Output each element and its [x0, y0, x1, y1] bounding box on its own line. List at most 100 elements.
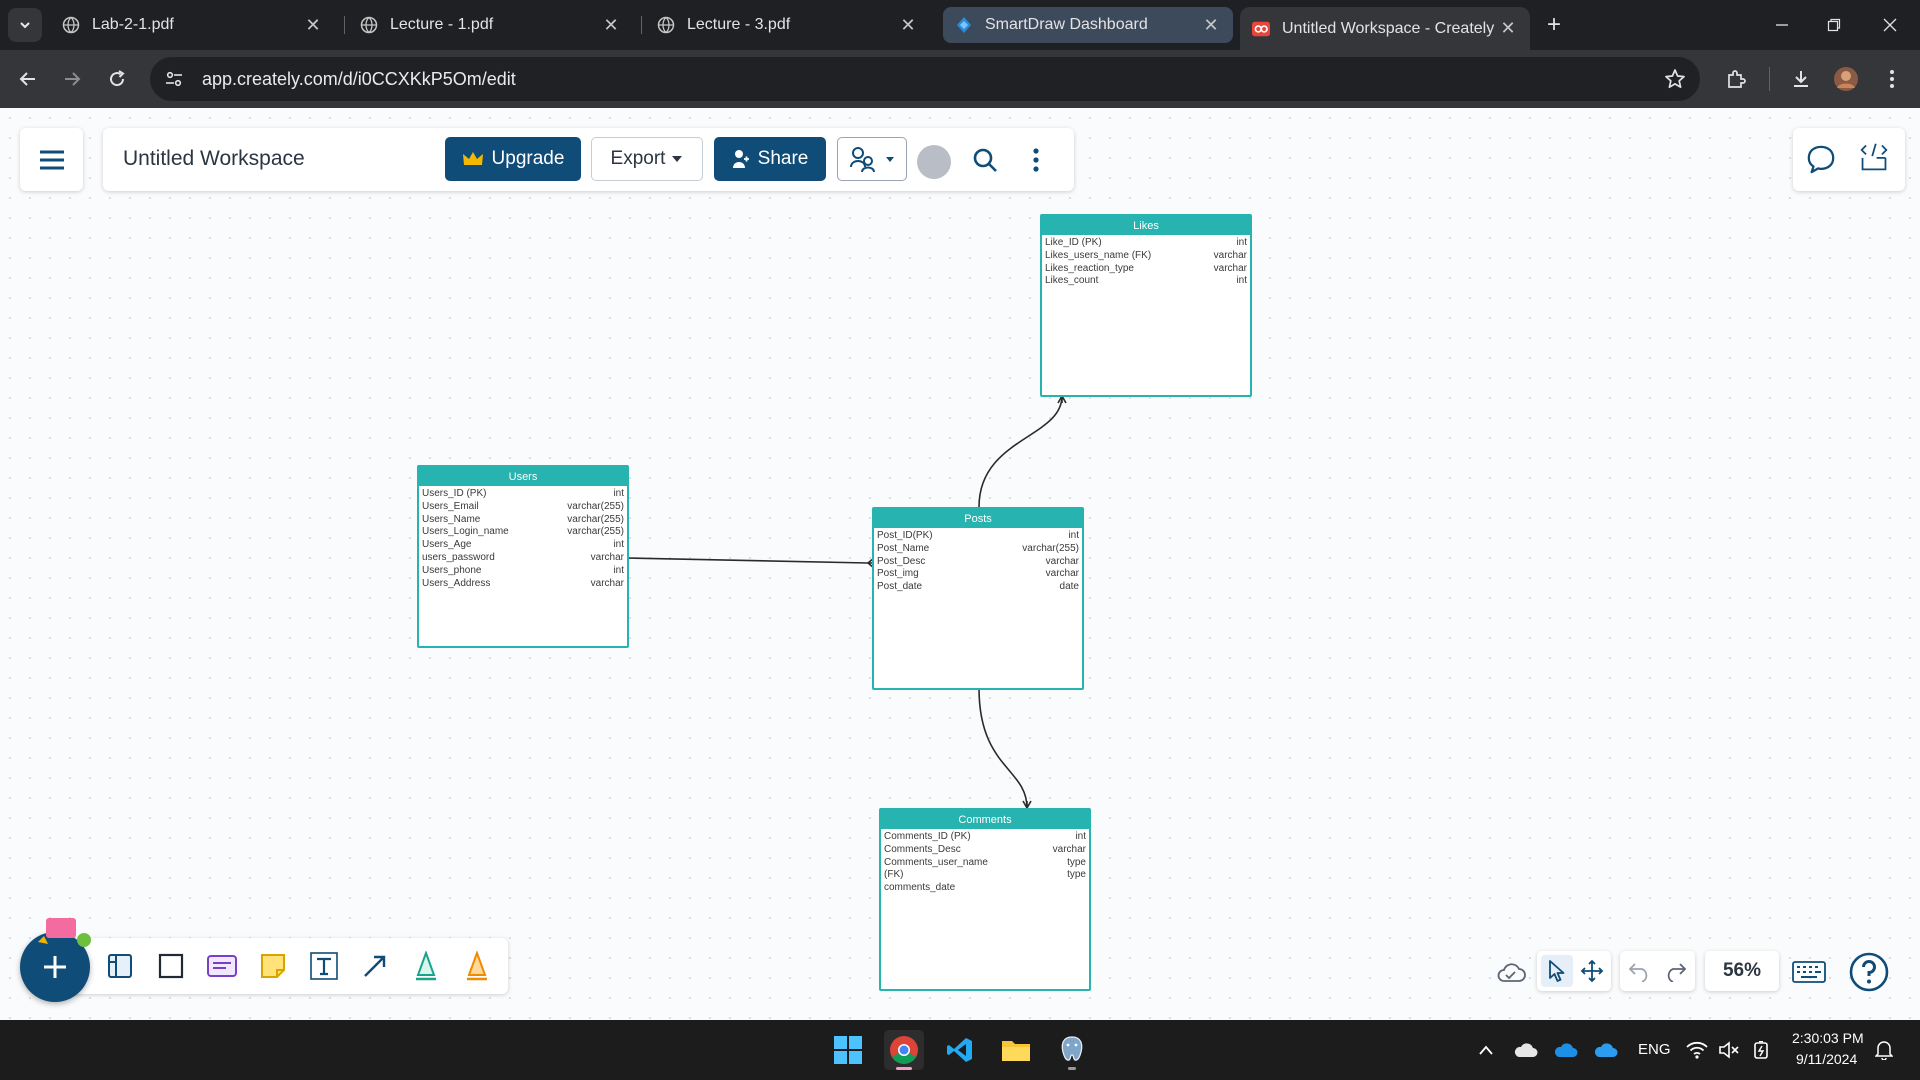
battery-indicator[interactable]	[1744, 1030, 1778, 1070]
site-settings-icon[interactable]	[154, 59, 194, 99]
minimize-button[interactable]	[1762, 8, 1802, 42]
rectangle-icon	[158, 953, 184, 979]
entity-comments[interactable]: Comments Comments_ID (PK) int Comments_De…	[879, 808, 1091, 991]
pointer-pan-toggle	[1537, 951, 1611, 991]
undo-button[interactable]	[1624, 955, 1656, 987]
input-language[interactable]: ENG	[1638, 1041, 1671, 1058]
windows-logo-icon	[834, 1036, 862, 1064]
clock-time[interactable]: 2:30:03 PM	[1792, 1030, 1864, 1046]
menu-icon	[39, 150, 64, 169]
entity-users[interactable]: Users Users_ID (PK) int Users_Email varcha…	[417, 465, 629, 648]
field-name: Likes_count	[1045, 275, 1099, 287]
field-name: Users_Address	[422, 577, 491, 589]
taskbar-chrome[interactable]	[884, 1030, 924, 1070]
taskbar-vscode[interactable]	[940, 1030, 980, 1070]
more-options-button[interactable]	[1021, 145, 1051, 175]
undo-redo-group	[1620, 951, 1695, 991]
taskbar-file-explorer[interactable]	[996, 1030, 1036, 1070]
field-name: (FK)	[884, 869, 904, 881]
field-name: Post_Name	[877, 542, 930, 554]
onedrive-icon-1[interactable]	[1506, 1030, 1546, 1070]
bookmark-star-icon[interactable]	[1664, 68, 1686, 95]
profile-avatar[interactable]	[1830, 63, 1862, 95]
field-type: varchar	[590, 577, 624, 589]
restore-button[interactable]	[1814, 8, 1854, 42]
back-button[interactable]	[12, 63, 44, 95]
pan-tool[interactable]	[1576, 955, 1608, 987]
pen-tool[interactable]	[409, 949, 443, 983]
entity-row: Post_Name varchar(255)	[874, 543, 1082, 556]
search-button[interactable]	[970, 145, 1000, 175]
card-tool[interactable]	[205, 949, 239, 983]
entity-row: Users_Age int	[419, 539, 627, 552]
downloads-button[interactable]	[1785, 63, 1817, 95]
close-window-button[interactable]	[1870, 8, 1910, 42]
text-tool[interactable]	[307, 949, 341, 983]
entity-row: Post_date date	[874, 581, 1082, 594]
user-avatar[interactable]	[917, 145, 951, 179]
diagram-canvas[interactable]: Likes Like_ID (PK) int Likes_users_name (…	[0, 108, 1920, 1020]
tab-title: Lecture - 3.pdf	[687, 16, 791, 33]
share-label: Share	[757, 148, 809, 169]
arrow-tool[interactable]	[358, 949, 392, 983]
address-bar[interactable]: app.creately.com/d/i0CCXKkP5Om/edit	[150, 57, 1700, 101]
embed-button[interactable]	[1859, 142, 1889, 172]
puzzle-icon	[1728, 70, 1746, 88]
browser-menu-button[interactable]	[1876, 63, 1908, 95]
export-button[interactable]: Export	[591, 137, 703, 181]
reload-button[interactable]	[101, 63, 133, 95]
onedrive-icon-3[interactable]	[1586, 1030, 1626, 1070]
template-tool[interactable]	[103, 949, 137, 983]
close-tab-icon[interactable]: ✕	[1498, 18, 1518, 39]
onedrive-icon-2[interactable]	[1546, 1030, 1586, 1070]
share-button[interactable]: Share	[714, 137, 826, 181]
field-type: varchar	[1052, 843, 1086, 855]
upgrade-button[interactable]: Upgrade	[445, 137, 581, 181]
comments-button[interactable]	[1806, 144, 1836, 174]
main-menu-button[interactable]	[20, 128, 83, 191]
zoom-level[interactable]: 56%	[1705, 951, 1779, 991]
start-button[interactable]	[828, 1030, 868, 1070]
close-tab-icon[interactable]: ✕	[303, 15, 323, 35]
field-type: int	[1236, 237, 1247, 248]
help-button[interactable]	[1848, 951, 1890, 993]
connector-users-posts	[627, 557, 869, 564]
taskbar-postgres[interactable]	[1052, 1030, 1092, 1070]
close-tab-icon[interactable]: ✕	[1201, 15, 1221, 35]
tab-lecture-1[interactable]: Lecture - 1.pdf ✕	[348, 7, 633, 43]
highlighter-tool[interactable]	[460, 949, 494, 983]
clock-date[interactable]: 9/11/2024	[1796, 1051, 1857, 1067]
extensions-button[interactable]	[1720, 63, 1752, 95]
entity-header: Comments	[881, 810, 1089, 829]
show-hidden-icons-button[interactable]	[1466, 1030, 1506, 1070]
entity-row: Likes_reaction_type varchar	[1042, 263, 1250, 276]
connector-posts-likes	[978, 395, 1063, 508]
text-icon	[310, 952, 338, 980]
forward-button[interactable]	[56, 63, 88, 95]
sticky-note-tool[interactable]	[256, 949, 290, 983]
close-tab-icon[interactable]: ✕	[601, 15, 621, 35]
help-icon	[1849, 952, 1889, 992]
tab-lecture-3[interactable]: Lecture - 3.pdf ✕	[645, 7, 930, 43]
vscode-icon	[947, 1038, 972, 1062]
keyboard-shortcuts-button[interactable]	[1789, 956, 1829, 988]
tab-creately[interactable]: Untitled Workspace - Creately ✕	[1240, 7, 1530, 50]
pointer-tool[interactable]	[1541, 955, 1573, 987]
new-tab-button[interactable]: +	[1540, 11, 1568, 39]
workspace-title[interactable]: Untitled Workspace	[123, 147, 305, 171]
tab-lab-2-1[interactable]: Lab-2-1.pdf ✕	[50, 7, 335, 43]
rectangle-tool[interactable]	[154, 949, 188, 983]
tab-smartdraw[interactable]: SmartDraw Dashboard ✕	[943, 7, 1233, 43]
wifi-indicator[interactable]	[1680, 1030, 1714, 1070]
collaborators-button[interactable]	[837, 137, 907, 181]
notifications-button[interactable]	[1866, 1030, 1902, 1070]
entity-row: Comments_Desc varchar	[881, 844, 1089, 857]
entity-posts[interactable]: Posts Post_ID(PK) int Post_Name varchar(25…	[872, 507, 1084, 690]
volume-indicator[interactable]	[1712, 1030, 1746, 1070]
entity-likes[interactable]: Likes Like_ID (PK) int Likes_users_name (…	[1040, 214, 1252, 397]
tab-search-button[interactable]	[8, 8, 42, 42]
collaborators-icon	[850, 147, 875, 173]
close-tab-icon[interactable]: ✕	[898, 15, 918, 35]
redo-button[interactable]	[1659, 955, 1691, 987]
chevron-down-icon	[886, 156, 894, 162]
